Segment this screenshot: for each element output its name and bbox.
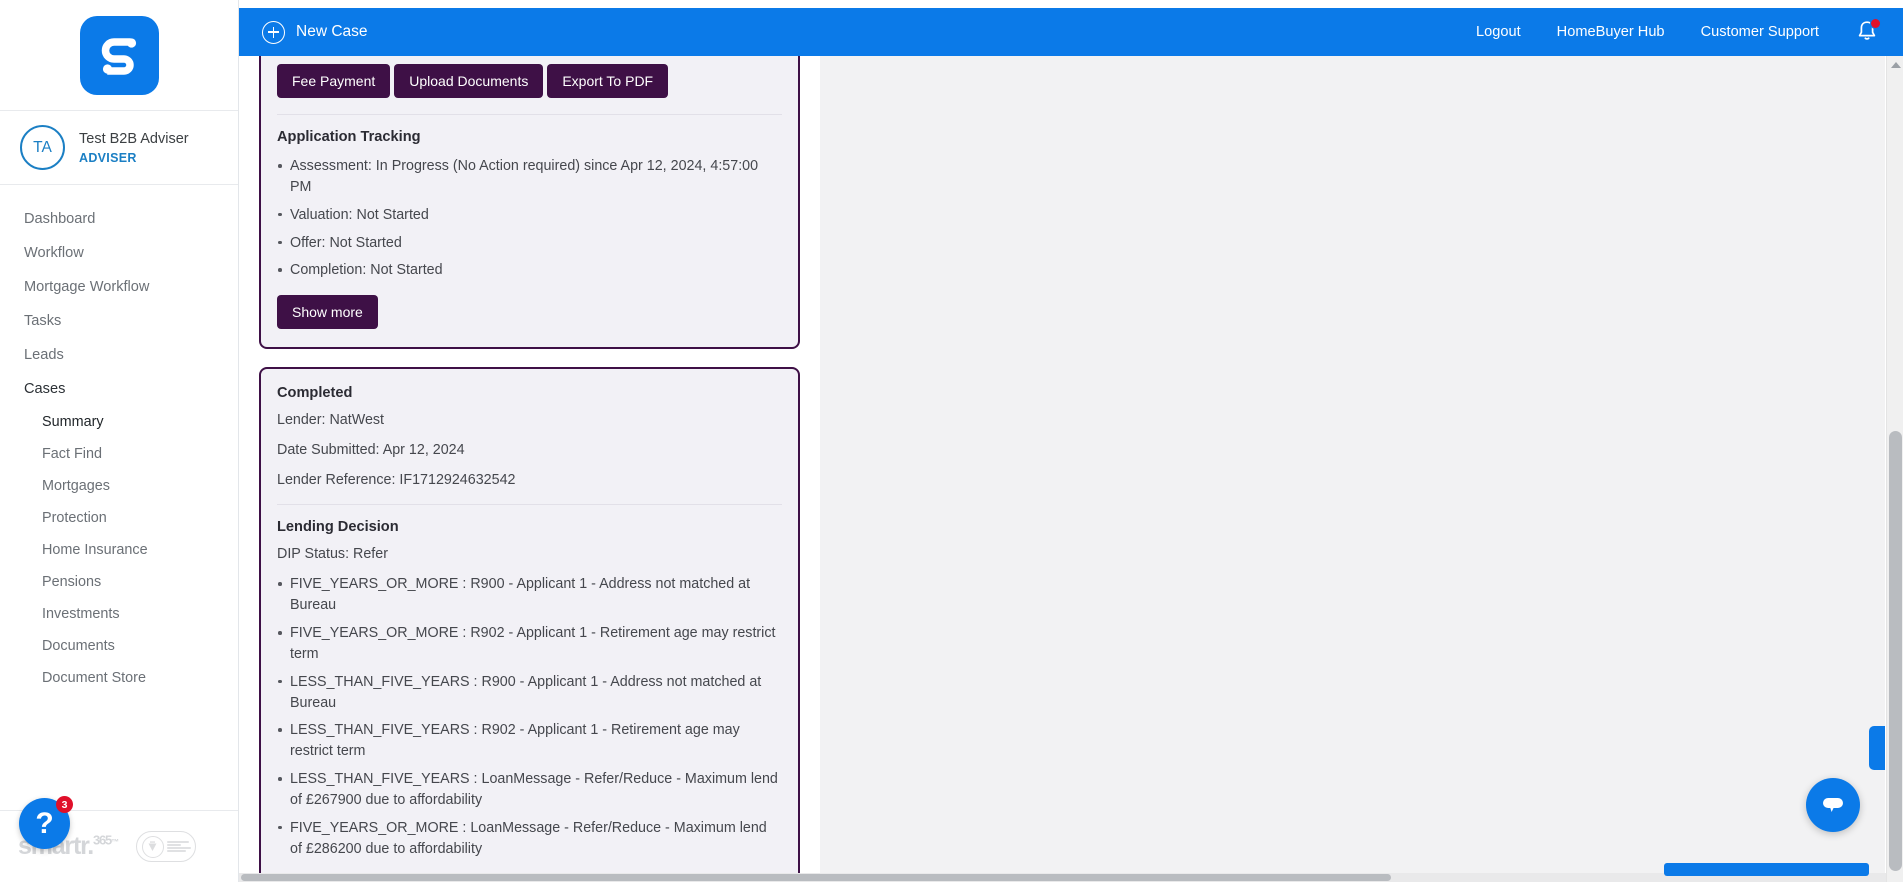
date-submitted-value: Date Submitted: Apr 12, 2024 — [277, 442, 465, 459]
customer-support-link[interactable]: Customer Support — [1701, 24, 1819, 40]
sidebar-item-tasks[interactable]: Tasks — [0, 304, 238, 338]
list-item: Assessment: In Progress (No Action requi… — [277, 156, 782, 198]
export-to-pdf-button[interactable]: Export To PDF — [547, 64, 669, 98]
logout-link[interactable]: Logout — [1476, 24, 1521, 40]
sidebar-item-cases[interactable]: Cases — [0, 372, 238, 406]
list-item: Completion: Not Started — [277, 260, 782, 281]
sidebar-subitem-mortgages[interactable]: Mortgages — [0, 470, 238, 502]
list-item: FIVE_YEARS_OR_MORE : R900 - Applicant 1 … — [277, 574, 782, 616]
bottom-accent-bar — [1664, 863, 1869, 876]
sidebar-subitem-documents[interactable]: Documents — [0, 630, 238, 662]
application-tracking-title: Application Tracking — [277, 129, 421, 145]
user-name: Test B2B Adviser — [79, 130, 189, 147]
brand-logo[interactable] — [0, 0, 238, 111]
top-navigation-bar: New Case Logout HomeBuyer Hub Customer S… — [239, 8, 1903, 56]
chat-bubble-icon — [1823, 798, 1843, 812]
list-item: Valuation: Not Started — [277, 205, 782, 226]
iso-badge-text-lines — [166, 841, 191, 852]
homebuyer-hub-link[interactable]: HomeBuyer Hub — [1557, 24, 1665, 40]
sidebar-subitem-document-store[interactable]: Document Store — [0, 662, 238, 694]
sidebar-subitem-protection[interactable]: Protection — [0, 502, 238, 534]
lending-decision-title: Lending Decision — [277, 519, 399, 536]
top-nav-links: Logout HomeBuyer Hub Customer Support — [1476, 18, 1903, 45]
sidebar-subitem-fact-find[interactable]: Fact Find — [0, 438, 238, 470]
chat-button[interactable] — [1806, 778, 1860, 832]
sidebar-item-workflow[interactable]: Workflow — [0, 236, 238, 270]
list-item: LESS_THAN_FIVE_YEARS : R902 - Applicant … — [277, 720, 782, 762]
footer-wordmark-tm: ™ — [111, 837, 119, 847]
iso-badge-seal-icon — [141, 835, 164, 858]
vertical-scrollbar-thumb[interactable] — [1889, 431, 1902, 871]
horizontal-scrollbar[interactable] — [239, 873, 1886, 882]
sidebar-subitem-pensions[interactable]: Pensions — [0, 566, 238, 598]
list-item: LESS_THAN_FIVE_YEARS : R900 - Applicant … — [277, 672, 782, 714]
divider — [277, 504, 782, 506]
sidebar-subitem-investments[interactable]: Investments — [0, 598, 238, 630]
footer-wordmark-sup: 365 — [93, 832, 112, 848]
completed-card: Completed Lender: NatWest Date Submitted… — [259, 367, 800, 882]
question-mark-icon: ? — [35, 806, 54, 840]
notification-bell-icon[interactable] — [1855, 18, 1881, 45]
new-case-button[interactable]: New Case — [262, 20, 368, 44]
scroll-up-caret-icon[interactable] — [1891, 62, 1901, 68]
horizontal-scrollbar-thumb[interactable] — [241, 874, 1391, 881]
smartr-s-logo-icon — [79, 15, 159, 95]
user-profile[interactable]: TA Test B2B Adviser ADVISER — [0, 111, 238, 185]
sidebar-item-dashboard[interactable]: Dashboard — [0, 202, 238, 236]
lender-reference-value: Lender Reference: IF1712924632542 — [277, 472, 516, 489]
sidebar: TA Test B2B Adviser ADVISER Dashboard Wo… — [0, 0, 239, 882]
sidebar-nav: Dashboard Workflow Mortgage Workflow Tas… — [0, 185, 238, 694]
dip-status-value: DIP Status: Refer — [277, 546, 388, 563]
lender-value: Lender: NatWest — [277, 412, 385, 429]
iso-27001-badge-icon — [135, 831, 196, 862]
help-button[interactable]: ? 3 — [19, 796, 73, 849]
list-item: LESS_THAN_FIVE_YEARS : LoanMessage - Ref… — [277, 769, 782, 811]
app-root: TA Test B2B Adviser ADVISER Dashboard Wo… — [0, 0, 1903, 882]
case-summary-column: Fee Payment Upload Documents Export To P… — [239, 56, 820, 882]
sidebar-subitem-summary[interactable]: Summary — [0, 406, 238, 438]
show-more-button[interactable]: Show more — [277, 295, 378, 330]
help-badge-count: 3 — [56, 796, 73, 813]
notification-dot — [1870, 18, 1881, 29]
plus-circle-icon — [262, 20, 285, 44]
application-actions: Fee Payment Upload Documents Export To P… — [277, 64, 782, 98]
application-tracking-list: Assessment: In Progress (No Action requi… — [277, 156, 782, 281]
chat-side-tab[interactable] — [1869, 726, 1885, 770]
lending-decision-list: FIVE_YEARS_OR_MORE : R900 - Applicant 1 … — [277, 574, 782, 859]
main-content: Fee Payment Upload Documents Export To P… — [239, 56, 1885, 882]
application-card: Fee Payment Upload Documents Export To P… — [259, 56, 800, 350]
new-case-label: New Case — [296, 23, 368, 40]
sidebar-subitem-home-insurance[interactable]: Home Insurance — [0, 534, 238, 566]
list-item: FIVE_YEARS_OR_MORE : R902 - Applicant 1 … — [277, 623, 782, 665]
upload-documents-button[interactable]: Upload Documents — [394, 64, 544, 98]
vertical-scrollbar[interactable] — [1886, 56, 1903, 882]
sidebar-item-leads[interactable]: Leads — [0, 338, 238, 372]
fee-payment-button[interactable]: Fee Payment — [277, 64, 391, 98]
sidebar-item-mortgage-workflow[interactable]: Mortgage Workflow — [0, 270, 238, 304]
list-item: FIVE_YEARS_OR_MORE : LoanMessage - Refer… — [277, 818, 782, 860]
avatar: TA — [20, 125, 65, 170]
completed-title: Completed — [277, 385, 353, 402]
divider — [277, 114, 782, 115]
list-item: Offer: Not Started — [277, 233, 782, 254]
user-role: ADVISER — [79, 151, 137, 166]
